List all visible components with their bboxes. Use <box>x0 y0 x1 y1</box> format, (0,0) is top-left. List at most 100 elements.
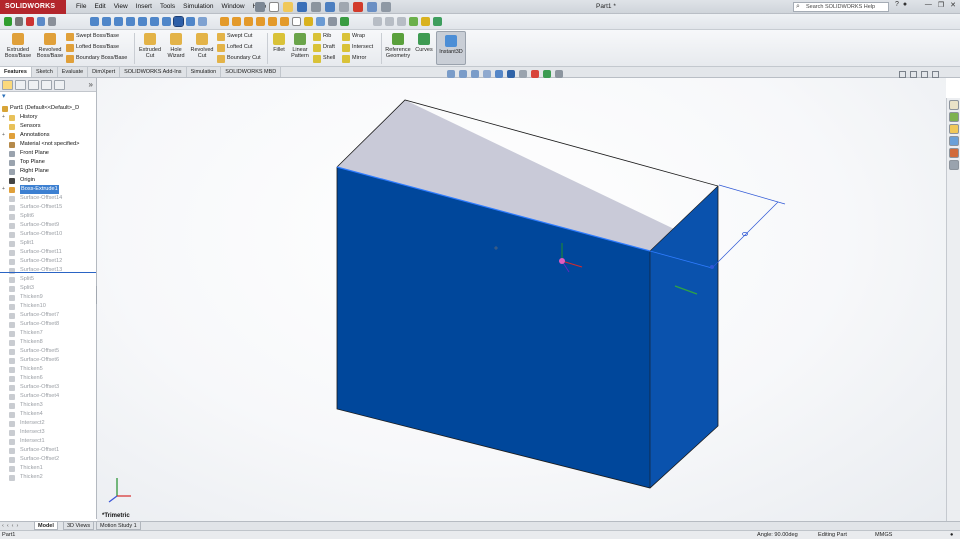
run-macro-icon[interactable] <box>4 17 12 26</box>
tree-item[interactable]: Thicken5 <box>0 365 96 374</box>
menu-simulation[interactable]: Simulation <box>179 0 217 14</box>
tree-item[interactable]: Thicken9 <box>0 293 96 302</box>
view-dimetric-icon[interactable] <box>186 17 195 26</box>
draft-button[interactable]: Draft <box>313 42 335 53</box>
normal-to-icon[interactable] <box>198 17 207 26</box>
extruded-boss-button[interactable]: Extruded Boss/Base <box>3 33 33 59</box>
tree-item[interactable]: Thicken1 <box>0 464 96 473</box>
instant3d-button[interactable]: Instant3D <box>436 31 466 65</box>
file-properties-icon[interactable] <box>367 2 377 12</box>
tree-item[interactable]: Surface-Offset8 <box>0 320 96 329</box>
status-notification-icon[interactable]: ● <box>950 531 953 539</box>
smart-dimension-icon[interactable] <box>409 17 418 26</box>
cut-icon[interactable] <box>373 17 382 26</box>
display-style-icon[interactable] <box>316 17 325 26</box>
edit-macro-icon[interactable] <box>48 17 56 26</box>
user-icon[interactable]: ● <box>903 1 907 8</box>
open-folder-icon[interactable] <box>283 2 293 12</box>
viewport-split-icon[interactable] <box>899 71 906 78</box>
tree-item[interactable]: Split6 <box>0 212 96 221</box>
tree-item[interactable]: Surface-Offset11 <box>0 248 96 257</box>
save-icon[interactable] <box>297 2 307 12</box>
tree-item[interactable]: Thicken8 <box>0 338 96 347</box>
zoom-to-area-icon[interactable] <box>459 70 467 78</box>
extruded-cut-button[interactable]: Extruded Cut <box>137 33 163 59</box>
feature-shortcut-6-icon[interactable] <box>280 17 289 26</box>
configurationmanager-tab-icon[interactable] <box>28 80 39 90</box>
tree-item[interactable]: Surface-Offset1 <box>0 446 96 455</box>
tab-dimxpert[interactable]: DimXpert <box>88 67 121 77</box>
minimize-icon[interactable]: — <box>925 1 932 9</box>
tree-item[interactable]: Thicken3 <box>0 401 96 410</box>
rebuild-icon[interactable] <box>353 2 363 12</box>
design-library-icon[interactable] <box>948 112 959 122</box>
dimension-endpoint[interactable] <box>710 265 714 269</box>
appearance-icon[interactable] <box>340 17 349 26</box>
tree-item[interactable]: Right Plane <box>0 167 96 176</box>
record-macro-icon[interactable] <box>26 17 34 26</box>
view-back-icon[interactable] <box>102 17 111 26</box>
tab-sketch[interactable]: Sketch <box>31 67 58 77</box>
tree-item[interactable]: Origin <box>0 176 96 185</box>
help-question-icon[interactable]: ? <box>895 1 899 8</box>
tree-item[interactable]: Intersect2 <box>0 419 96 428</box>
tree-item[interactable]: Intersect1 <box>0 437 96 446</box>
view-top-icon[interactable] <box>138 17 147 26</box>
edit-appearance-icon[interactable] <box>531 70 539 78</box>
apply-scene-icon[interactable] <box>543 70 551 78</box>
more-tabs-icon[interactable]: » <box>89 80 93 91</box>
mirror-button[interactable]: Mirror <box>342 53 366 64</box>
lofted-boss-button[interactable]: Lofted Boss/Base <box>66 42 119 53</box>
tree-item[interactable]: Thicken4 <box>0 410 96 419</box>
print-icon[interactable] <box>311 2 321 12</box>
restore-icon[interactable]: ❐ <box>938 1 944 9</box>
view-settings-icon[interactable] <box>555 70 563 78</box>
tree-item[interactable]: Front Plane <box>0 149 96 158</box>
tab-addins[interactable]: SOLIDWORKS Add-Ins <box>120 67 187 77</box>
pin-icon[interactable] <box>255 2 265 12</box>
view-bottom-icon[interactable] <box>150 17 159 26</box>
swept-boss-button[interactable]: Swept Boss/Base <box>66 31 119 42</box>
menu-tools[interactable]: Tools <box>156 0 179 14</box>
viewport-maximize-icon[interactable] <box>921 71 928 78</box>
rib-button[interactable]: Rib <box>313 31 331 42</box>
revolved-cut-button[interactable]: Revolved Cut <box>189 33 215 59</box>
tree-item[interactable]: Surface-Offset15 <box>0 203 96 212</box>
tree-item[interactable]: Split5 <box>0 275 96 284</box>
tree-item[interactable]: + History <box>0 113 96 122</box>
tree-root[interactable]: Part1 (Default<<Default>_D <box>0 104 96 113</box>
hole-wizard-button[interactable]: Hole Wizard <box>164 33 188 59</box>
tree-item[interactable]: Surface-Offset6 <box>0 356 96 365</box>
tree-item[interactable]: + Boss-Extrude1 <box>0 185 96 194</box>
display-style-icon[interactable] <box>507 70 515 78</box>
rollback-bar[interactable] <box>0 272 96 273</box>
tree-item[interactable]: Thicken2 <box>0 473 96 482</box>
tree-item[interactable]: Thicken10 <box>0 302 96 311</box>
feature-shortcut-4-icon[interactable] <box>256 17 265 26</box>
curve-tool-icon[interactable] <box>433 17 442 26</box>
file-explorer-icon[interactable] <box>948 124 959 134</box>
previous-view-icon[interactable] <box>471 70 479 78</box>
tree-item[interactable]: Surface-Offset9 <box>0 221 96 230</box>
tree-item[interactable]: Thicken6 <box>0 374 96 383</box>
expand-toggle-icon[interactable]: + <box>2 113 5 122</box>
hide-show-items-icon[interactable] <box>519 70 527 78</box>
shell-button[interactable]: Shell <box>313 53 335 64</box>
revolved-boss-button[interactable]: Revolved Boss/Base <box>35 33 65 59</box>
expand-toggle-icon[interactable]: + <box>2 131 5 140</box>
tree-item[interactable]: Material <not specified> <box>0 140 96 149</box>
new-document-icon[interactable] <box>269 2 279 12</box>
feature-shortcut-2-icon[interactable] <box>232 17 241 26</box>
tab-evaluate[interactable]: Evaluate <box>57 67 89 77</box>
undo-icon[interactable] <box>325 2 335 12</box>
tab-motion-study[interactable]: Motion Study 1 <box>96 522 141 530</box>
viewport-close-icon[interactable] <box>932 71 939 78</box>
graphics-area[interactable] <box>97 78 946 521</box>
dimension-line[interactable] <box>711 201 779 269</box>
solidworks-logo[interactable]: SOLIDWORKS <box>0 0 66 14</box>
section-view-icon[interactable] <box>483 70 491 78</box>
view-palette-icon[interactable] <box>948 136 959 146</box>
copy-icon[interactable] <box>385 17 394 26</box>
tab-simulation[interactable]: Simulation <box>186 67 222 77</box>
select-icon[interactable] <box>339 2 349 12</box>
